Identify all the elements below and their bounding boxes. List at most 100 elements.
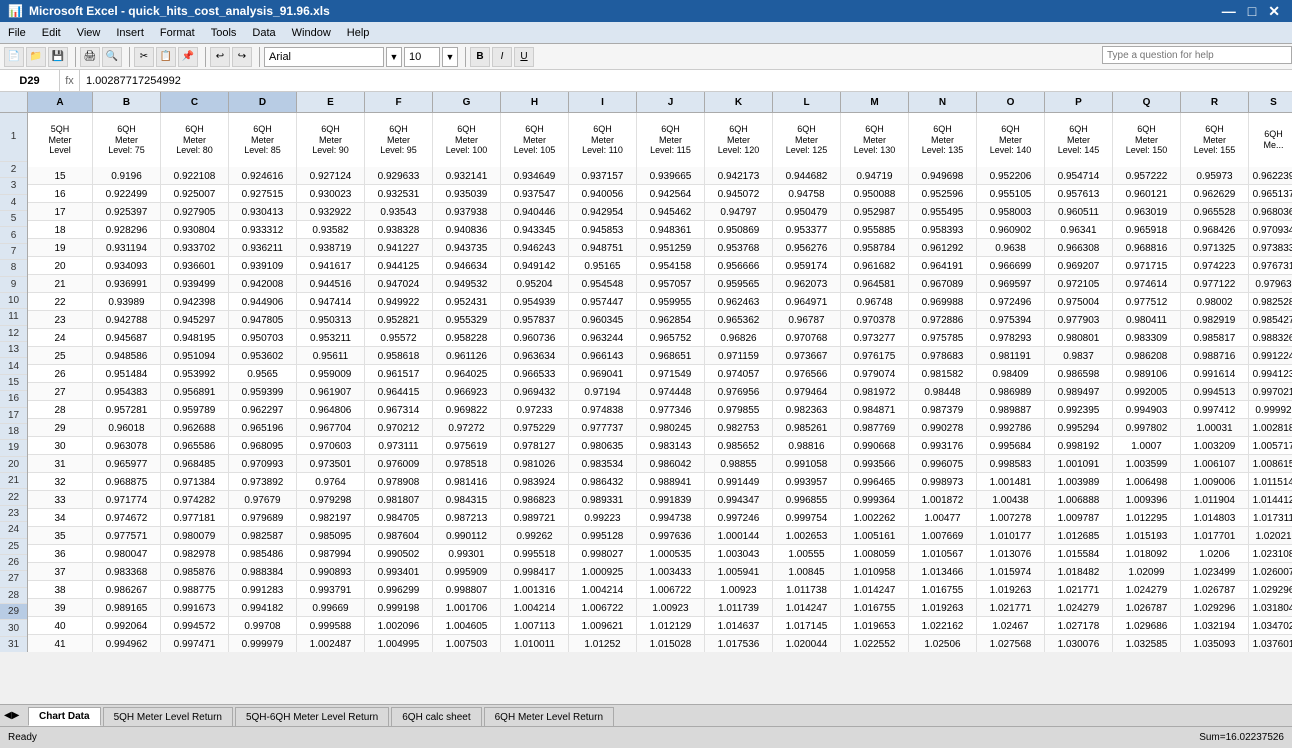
cell[interactable]: 18	[28, 221, 93, 239]
cell[interactable]: 1.017145	[773, 617, 841, 635]
cell[interactable]: 0.922499	[93, 185, 161, 203]
cell[interactable]: 0.982528	[1249, 293, 1292, 311]
cell[interactable]: 0.961907	[297, 383, 365, 401]
cell[interactable]: 0.96018	[93, 419, 161, 437]
cell[interactable]: 0.949532	[433, 275, 501, 293]
cell[interactable]: 35	[28, 527, 93, 545]
cell[interactable]: 0.99223	[569, 509, 637, 527]
cell[interactable]: 1.029686	[1113, 617, 1181, 635]
cell[interactable]: 1.003209	[1181, 437, 1249, 455]
cell[interactable]: 1.030076	[1045, 635, 1113, 652]
cell[interactable]: 25	[28, 347, 93, 365]
cell[interactable]: 1.014247	[841, 581, 909, 599]
cell[interactable]: 0.988326	[1249, 329, 1292, 347]
cell[interactable]: 0.987213	[433, 509, 501, 527]
cell[interactable]: 0.974672	[93, 509, 161, 527]
cell[interactable]: 0.986208	[1113, 347, 1181, 365]
cell[interactable]: 0.993401	[365, 563, 433, 581]
cell[interactable]: 0.934093	[93, 257, 161, 275]
cell[interactable]: 0.980801	[1045, 329, 1113, 347]
cell[interactable]: 0.995684	[977, 437, 1045, 455]
cell[interactable]: 0.949142	[501, 257, 569, 275]
cell[interactable]: 0.944125	[365, 257, 433, 275]
cell[interactable]: 0.997412	[1181, 401, 1249, 419]
cell[interactable]: 0.956276	[773, 239, 841, 257]
font-dropdown[interactable]: ▼	[386, 47, 402, 67]
cell[interactable]: 0.958784	[841, 239, 909, 257]
cell[interactable]: 0.937547	[501, 185, 569, 203]
cell[interactable]: 0.994182	[229, 599, 297, 617]
cell[interactable]: 0.969041	[569, 365, 637, 383]
undo-button[interactable]: ↩	[210, 47, 230, 67]
cell[interactable]: 0.996855	[773, 491, 841, 509]
cell[interactable]: 1.02467	[977, 617, 1045, 635]
cell[interactable]: 0.94797	[705, 203, 773, 221]
cell[interactable]: 0.99669	[297, 599, 365, 617]
cell[interactable]: 0.948751	[569, 239, 637, 257]
cell[interactable]: 1.010011	[501, 635, 569, 652]
cell[interactable]: 1.001316	[501, 581, 569, 599]
cell[interactable]: 0.99992	[1249, 401, 1292, 419]
cell[interactable]: 1.00477	[909, 509, 977, 527]
cell[interactable]: 0.958618	[365, 347, 433, 365]
cell[interactable]: 0.925397	[93, 203, 161, 221]
cell[interactable]: 1.017311	[1249, 509, 1292, 527]
cell[interactable]: 0.997021	[1249, 383, 1292, 401]
cell[interactable]: 0.979074	[841, 365, 909, 383]
cell[interactable]: 0.95572	[365, 329, 433, 347]
cell[interactable]: 1.013076	[977, 545, 1045, 563]
cell[interactable]: 0.963634	[501, 347, 569, 365]
cell[interactable]: 0.972105	[1045, 275, 1113, 293]
help-input[interactable]	[1102, 46, 1292, 64]
cell[interactable]: 0.996075	[909, 455, 977, 473]
cell[interactable]: 0.96341	[1045, 221, 1113, 239]
cell[interactable]: 0.944906	[229, 293, 297, 311]
cell[interactable]: 1.006722	[637, 581, 705, 599]
cell[interactable]: 1.007113	[501, 617, 569, 635]
cell[interactable]: 1.035093	[1181, 635, 1249, 652]
cell[interactable]: 0.978908	[365, 473, 433, 491]
font-size-selector[interactable]: 10	[404, 47, 440, 67]
cell[interactable]: 24	[28, 329, 93, 347]
cell[interactable]: 0.990278	[909, 419, 977, 437]
cell[interactable]: 0.982978	[161, 545, 229, 563]
cell[interactable]: 0.957837	[501, 311, 569, 329]
cell[interactable]: 1.000535	[637, 545, 705, 563]
cell[interactable]: 0.937938	[433, 203, 501, 221]
cell[interactable]: 1.010958	[841, 563, 909, 581]
cell[interactable]: 1.015193	[1113, 527, 1181, 545]
cell[interactable]: 1.023499	[1181, 563, 1249, 581]
cell[interactable]: 0.959955	[637, 293, 705, 311]
cell[interactable]: 0.993176	[909, 437, 977, 455]
cell[interactable]: 1.024279	[1045, 599, 1113, 617]
menu-window[interactable]: Window	[284, 25, 339, 41]
cell[interactable]: 0.933312	[229, 221, 297, 239]
cell[interactable]: 1.006498	[1113, 473, 1181, 491]
cell[interactable]: 0.999198	[365, 599, 433, 617]
cell[interactable]: 15	[28, 167, 93, 185]
cell[interactable]: 0.924616	[229, 167, 297, 185]
cell[interactable]: 0.964025	[433, 365, 501, 383]
cell[interactable]: 1.031804	[1249, 599, 1292, 617]
cell[interactable]: 1.002653	[773, 527, 841, 545]
cell[interactable]: 0.995909	[433, 563, 501, 581]
cell[interactable]: 0.966143	[569, 347, 637, 365]
col-header-n[interactable]: N	[909, 92, 977, 112]
cell[interactable]: 1.003599	[1113, 455, 1181, 473]
cell[interactable]: 1.005941	[705, 563, 773, 581]
cell[interactable]: 0.951094	[161, 347, 229, 365]
col-header-q[interactable]: Q	[1113, 92, 1181, 112]
cell[interactable]: 0.994123	[1249, 365, 1292, 383]
cell[interactable]: 1.027568	[977, 635, 1045, 652]
cell[interactable]: 0.989331	[569, 491, 637, 509]
cell[interactable]: 0.997802	[1113, 419, 1181, 437]
cell[interactable]: 1.016755	[909, 581, 977, 599]
cell[interactable]: 0.987769	[841, 419, 909, 437]
cell[interactable]: 0.938719	[297, 239, 365, 257]
cell[interactable]: 26	[28, 365, 93, 383]
cell[interactable]: 0.940446	[501, 203, 569, 221]
cell[interactable]: 0.992005	[1113, 383, 1181, 401]
cell[interactable]: 36	[28, 545, 93, 563]
cell[interactable]: 1.019263	[977, 581, 1045, 599]
cell[interactable]: 0.922108	[161, 167, 229, 185]
